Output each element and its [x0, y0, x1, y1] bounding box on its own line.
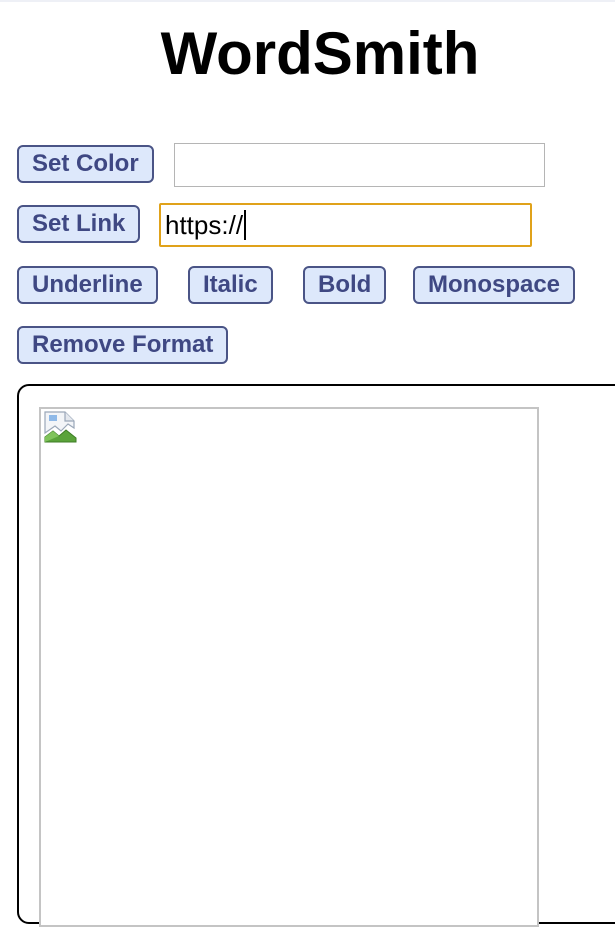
app-title: WordSmith — [160, 20, 480, 87]
underline-button[interactable]: Underline — [17, 266, 158, 304]
color-input[interactable] — [174, 143, 545, 187]
top-divider — [0, 0, 615, 2]
text-caret — [244, 210, 247, 241]
link-input-value: https:// — [165, 210, 244, 240]
bold-button[interactable]: Bold — [303, 266, 387, 304]
link-input[interactable]: https:// — [159, 203, 532, 247]
italic-button[interactable]: Italic — [188, 266, 273, 304]
broken-image-icon — [44, 411, 77, 443]
set-link-button[interactable]: Set Link — [17, 205, 141, 243]
remove-format-button[interactable]: Remove Format — [17, 326, 229, 364]
monospace-button[interactable]: Monospace — [413, 266, 576, 304]
embedded-image[interactable] — [39, 407, 539, 927]
set-color-button[interactable]: Set Color — [17, 145, 154, 183]
